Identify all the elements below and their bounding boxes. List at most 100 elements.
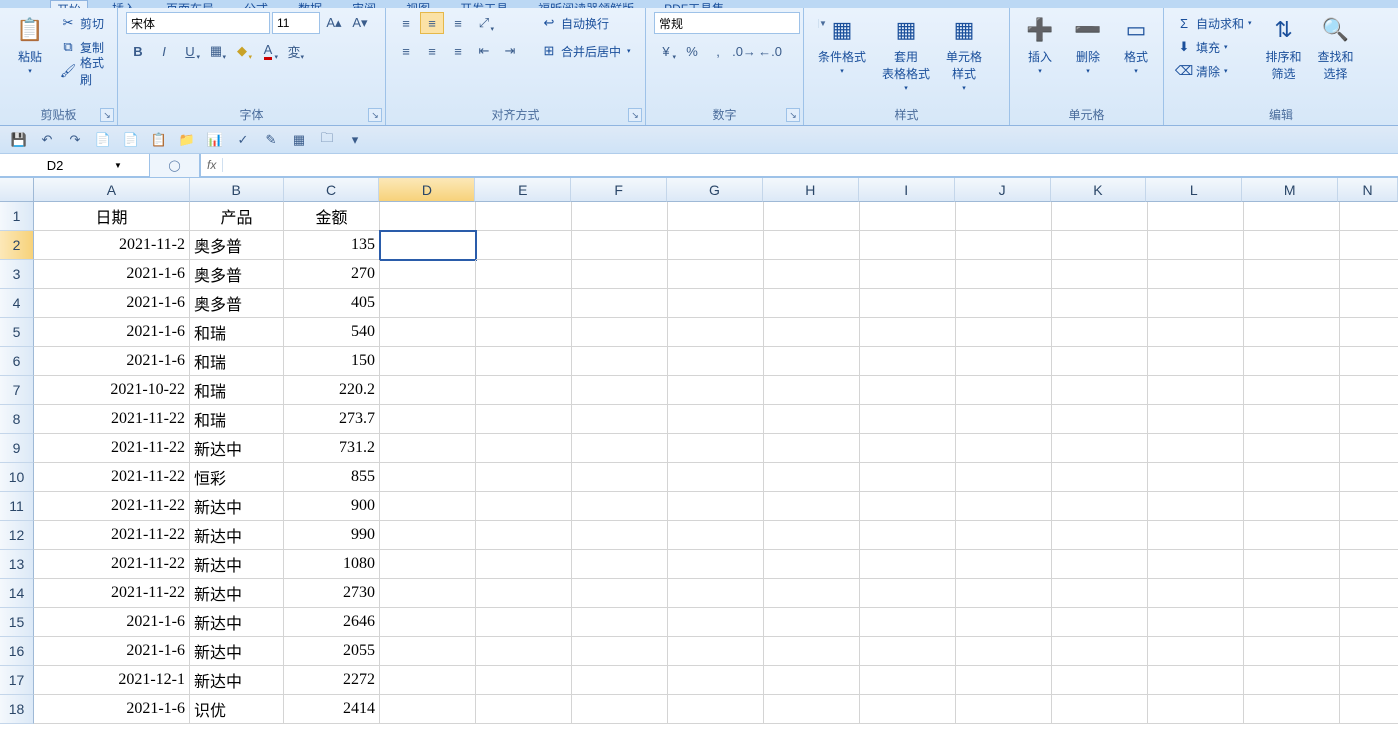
ribbon-tab[interactable]: 公式: [238, 0, 274, 8]
orientation-button[interactable]: ⤢: [472, 12, 496, 34]
cell[interactable]: [956, 202, 1052, 231]
cell[interactable]: [1340, 666, 1398, 695]
font-name-combo[interactable]: ▼: [126, 12, 270, 34]
cell[interactable]: [476, 376, 572, 405]
cell[interactable]: [956, 550, 1052, 579]
cell[interactable]: [1148, 318, 1244, 347]
cell[interactable]: [1244, 579, 1340, 608]
cell[interactable]: [572, 405, 668, 434]
column-header[interactable]: M: [1242, 178, 1338, 202]
cell[interactable]: 2055: [284, 637, 380, 666]
cell[interactable]: [380, 318, 476, 347]
column-header[interactable]: G: [667, 178, 763, 202]
cell[interactable]: [1052, 550, 1148, 579]
cell[interactable]: [668, 231, 764, 260]
cell[interactable]: [764, 405, 860, 434]
cell[interactable]: [860, 492, 956, 521]
cell[interactable]: 405: [284, 289, 380, 318]
qat-icon[interactable]: 📄: [120, 130, 142, 150]
cell[interactable]: 奥多普: [190, 231, 284, 260]
row-header[interactable]: 16: [0, 637, 34, 666]
cell[interactable]: 2730: [284, 579, 380, 608]
cell[interactable]: 2021-10-22: [34, 376, 190, 405]
cell[interactable]: [476, 463, 572, 492]
cell[interactable]: [668, 434, 764, 463]
cell[interactable]: 1080: [284, 550, 380, 579]
fill-color-button[interactable]: ◆: [230, 40, 254, 62]
cell[interactable]: [1052, 231, 1148, 260]
dialog-launcher[interactable]: ↘: [786, 108, 800, 122]
cell[interactable]: [1052, 347, 1148, 376]
cell[interactable]: [572, 463, 668, 492]
increase-indent-button[interactable]: ⇥: [498, 40, 522, 62]
cell[interactable]: [956, 289, 1052, 318]
cell[interactable]: [1052, 434, 1148, 463]
cell[interactable]: [668, 463, 764, 492]
cell[interactable]: [572, 289, 668, 318]
qat-icon[interactable]: ▾: [344, 130, 366, 150]
column-header[interactable]: C: [284, 178, 380, 202]
cell[interactable]: [1244, 289, 1340, 318]
format-as-table-button[interactable]: ▦套用 表格格式▾: [876, 12, 936, 94]
cell[interactable]: 270: [284, 260, 380, 289]
cell[interactable]: [1244, 347, 1340, 376]
bold-button[interactable]: B: [126, 40, 150, 62]
cell[interactable]: [1244, 405, 1340, 434]
qat-icon[interactable]: 📊: [204, 130, 226, 150]
cell[interactable]: [764, 550, 860, 579]
fill-button[interactable]: ⬇填充▾: [1172, 36, 1256, 58]
row-header[interactable]: 2: [0, 231, 34, 260]
cell[interactable]: 855: [284, 463, 380, 492]
cell[interactable]: [380, 405, 476, 434]
cell[interactable]: [956, 492, 1052, 521]
column-header[interactable]: K: [1051, 178, 1147, 202]
ribbon-tab[interactable]: 开发工具: [454, 0, 514, 8]
cell[interactable]: [1148, 202, 1244, 231]
cell[interactable]: 2272: [284, 666, 380, 695]
cell[interactable]: 奥多普: [190, 289, 284, 318]
cell[interactable]: [1244, 492, 1340, 521]
cell[interactable]: [764, 463, 860, 492]
cell[interactable]: [668, 695, 764, 724]
cell[interactable]: [476, 260, 572, 289]
cell[interactable]: 和瑞: [190, 405, 284, 434]
cell[interactable]: 2021-11-22: [34, 492, 190, 521]
row-header[interactable]: 6: [0, 347, 34, 376]
cell[interactable]: 2414: [284, 695, 380, 724]
paste-button[interactable]: 📋 粘贴 ▾: [8, 12, 52, 77]
cell[interactable]: 产品: [190, 202, 284, 231]
cell[interactable]: [1052, 608, 1148, 637]
cell[interactable]: [1052, 318, 1148, 347]
cell[interactable]: [860, 405, 956, 434]
cell[interactable]: 2021-11-22: [34, 579, 190, 608]
dialog-launcher[interactable]: ↘: [628, 108, 642, 122]
cell[interactable]: [1244, 231, 1340, 260]
column-header[interactable]: I: [859, 178, 955, 202]
redo-button[interactable]: ↷: [64, 130, 86, 150]
align-right-button[interactable]: ≡: [446, 40, 470, 62]
cell[interactable]: [1340, 695, 1398, 724]
cell[interactable]: 731.2: [284, 434, 380, 463]
cell[interactable]: [1340, 318, 1398, 347]
font-color-button[interactable]: A: [256, 40, 280, 62]
cell[interactable]: 2021-1-6: [34, 260, 190, 289]
row-header[interactable]: 5: [0, 318, 34, 347]
cell[interactable]: [1340, 463, 1398, 492]
cell[interactable]: [1340, 376, 1398, 405]
align-left-button[interactable]: ≡: [394, 40, 418, 62]
cell[interactable]: [380, 637, 476, 666]
cell[interactable]: [380, 231, 476, 260]
cell[interactable]: [1244, 434, 1340, 463]
cell[interactable]: [380, 695, 476, 724]
column-header[interactable]: F: [571, 178, 667, 202]
decrease-indent-button[interactable]: ⇤: [472, 40, 496, 62]
cell[interactable]: [956, 637, 1052, 666]
cell[interactable]: [476, 608, 572, 637]
cell[interactable]: [860, 260, 956, 289]
number-format-input[interactable]: [655, 13, 818, 33]
cell[interactable]: [1148, 637, 1244, 666]
sort-filter-button[interactable]: ⇅排序和 筛选: [1260, 12, 1308, 84]
qat-icon[interactable]: ▦: [288, 130, 310, 150]
cell[interactable]: [572, 347, 668, 376]
cell[interactable]: [1148, 347, 1244, 376]
